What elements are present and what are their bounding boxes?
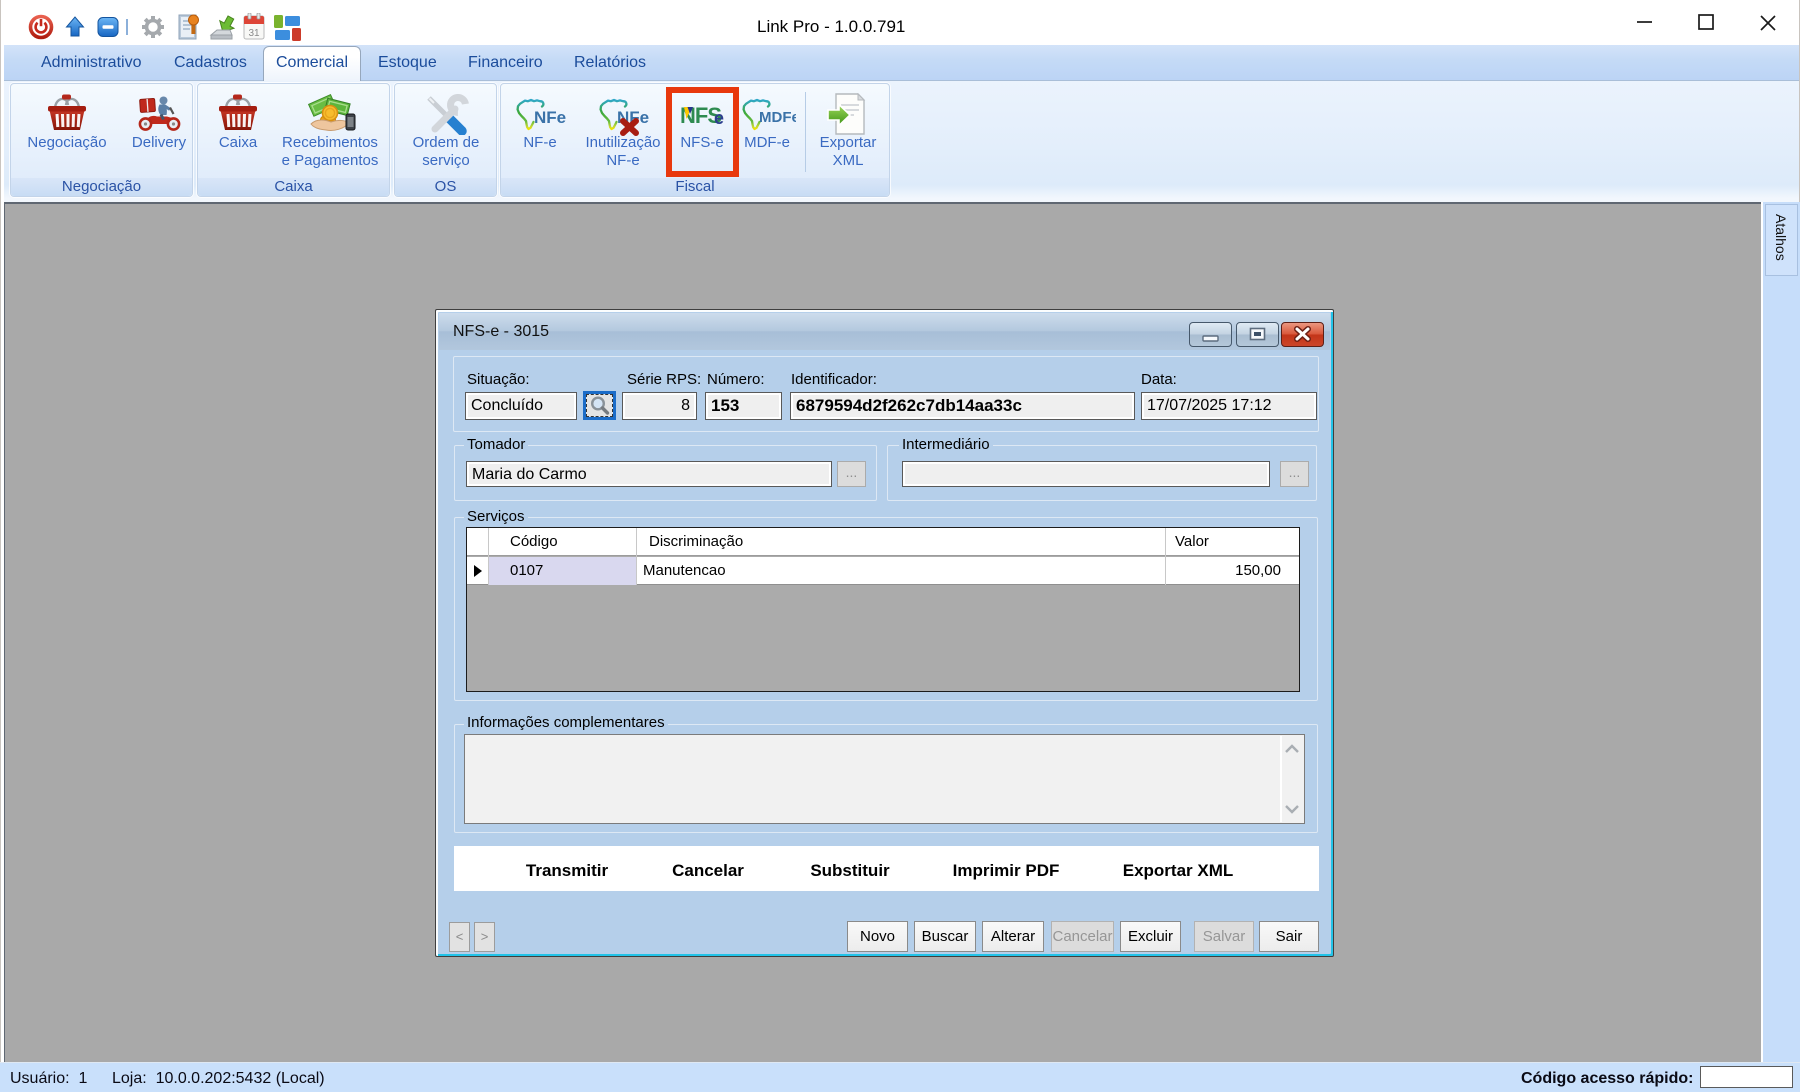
svg-text:NFe: NFe: [534, 108, 566, 127]
svg-text:31: 31: [248, 28, 260, 39]
svg-text:MDFe: MDFe: [759, 109, 796, 126]
